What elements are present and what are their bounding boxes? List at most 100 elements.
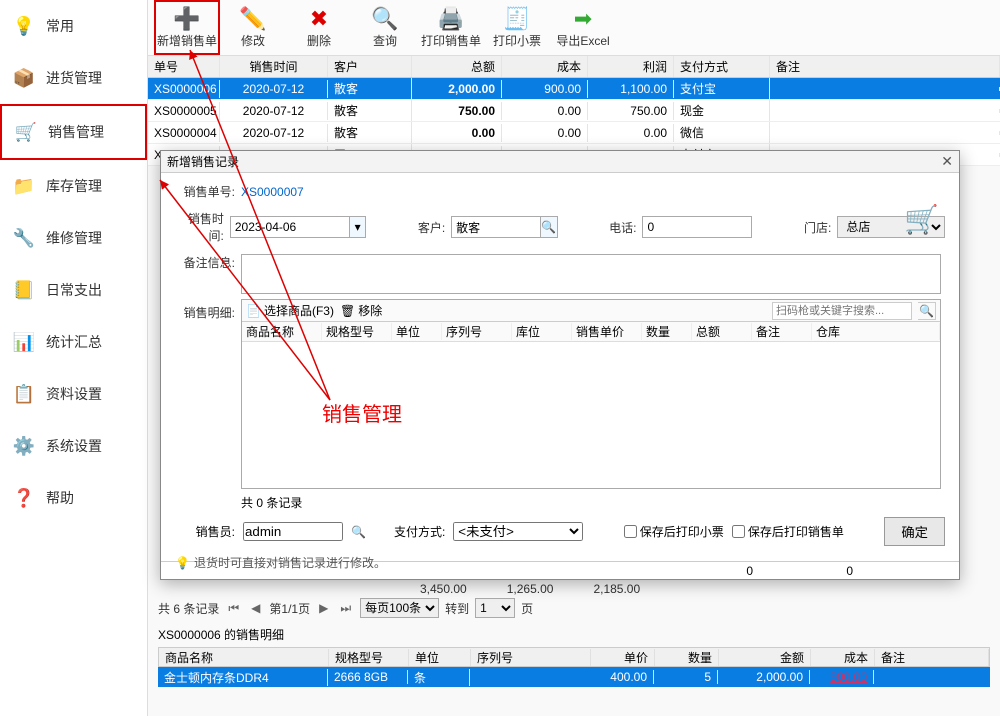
ok-button[interactable]: 确定	[884, 517, 945, 546]
table-row[interactable]: XS00000052020-07-12散客750.000.00750.00现金	[148, 100, 1000, 122]
sidebar-item-expense[interactable]: 📒日常支出	[0, 264, 147, 316]
col-profit[interactable]: 利润	[588, 56, 674, 77]
detail-row[interactable]: 金士顿内存条DDR4 2666 8GB 条 400.00 5 2,000.00 …	[158, 667, 990, 687]
date-input[interactable]	[230, 216, 350, 238]
sidebar-item-sales[interactable]: 🛒销售管理	[0, 104, 147, 160]
dh-unit[interactable]: 单位	[392, 323, 442, 340]
new-sale-button[interactable]: ➕新增销售单	[154, 0, 220, 55]
dh-spec[interactable]: 规格型号	[322, 323, 392, 340]
dh-name[interactable]: 商品名称	[242, 323, 322, 340]
search-icon[interactable]: 🔍	[918, 302, 936, 320]
pencil-icon: ✏️	[239, 6, 266, 32]
sidebar-label: 日常支出	[46, 280, 102, 300]
printer-icon: 🖨️	[437, 6, 464, 32]
perpage-select[interactable]: 每页100条	[360, 598, 439, 618]
dh-rem[interactable]: 备注	[752, 323, 812, 340]
bh-spec[interactable]: 规格型号	[329, 649, 409, 666]
wrench-icon: 🔧	[12, 226, 36, 250]
plus-icon: ➕	[173, 6, 200, 32]
col-rem[interactable]: 备注	[770, 56, 1000, 77]
sale-detail-panel: XS0000006 的销售明细 商品名称 规格型号 单位 序列号 单价 数量 金…	[158, 626, 990, 687]
order-no-label: 销售单号:	[175, 183, 235, 200]
print-order-checkbox[interactable]: 保存后打印销售单	[732, 523, 844, 540]
sidebar-item-data[interactable]: 📋资料设置	[0, 368, 147, 420]
hint-text: 💡退货时可直接对销售记录进行修改。	[175, 554, 945, 571]
tel-input[interactable]	[642, 216, 752, 238]
bh-unit[interactable]: 单位	[409, 649, 471, 666]
dialog-titlebar[interactable]: 新增销售记录 ✕	[161, 151, 959, 173]
last-page-button[interactable]: ⏭	[337, 601, 354, 616]
print-order-button[interactable]: 🖨️打印销售单	[418, 0, 484, 55]
search-icon[interactable]: 🔍	[541, 216, 557, 238]
bh-qty[interactable]: 数量	[655, 649, 719, 666]
bh-cost[interactable]: 成本	[811, 649, 875, 666]
close-icon[interactable]: ✕	[941, 153, 953, 170]
dh-wh[interactable]: 仓库	[812, 323, 940, 340]
goto-select[interactable]: 1	[475, 598, 515, 618]
detail-label: 销售明细:	[175, 304, 235, 321]
search-icon: 🔍	[371, 6, 398, 32]
grid-header: 单号 销售时间 客户 总额 成本 利润 支付方式 备注	[148, 56, 1000, 78]
box-icon: 📦	[12, 66, 36, 90]
bh-name[interactable]: 商品名称	[159, 649, 329, 666]
sidebar-item-common[interactable]: 💡常用	[0, 0, 147, 52]
chart-icon: 📊	[12, 330, 36, 354]
prev-page-button[interactable]: ◀	[248, 601, 263, 615]
sidebar-item-stats[interactable]: 📊统计汇总	[0, 316, 147, 368]
col-id[interactable]: 单号	[148, 56, 220, 77]
select-goods-button[interactable]: 📄选择商品(F3)	[246, 302, 334, 319]
table-row[interactable]: XS00000042020-07-12散客0.000.000.00微信	[148, 122, 1000, 144]
edit-button[interactable]: ✏️修改	[220, 0, 286, 55]
col-cost[interactable]: 成本	[502, 56, 588, 77]
calendar-icon[interactable]: ▾	[350, 216, 366, 238]
scan-input[interactable]	[772, 302, 912, 320]
print-ticket-checkbox[interactable]: 保存后打印小票	[624, 523, 724, 540]
dh-total[interactable]: 总额	[692, 323, 752, 340]
search-icon[interactable]: 🔍	[351, 525, 366, 539]
totals-row: 3,450.001,265.002,185.00	[420, 582, 640, 596]
export-icon: ➡	[574, 6, 592, 32]
sidebar-item-inventory[interactable]: 📁库存管理	[0, 160, 147, 212]
seller-input[interactable]	[243, 522, 343, 541]
remove-button[interactable]: 🗑移除	[340, 302, 382, 319]
bh-serial[interactable]: 序列号	[471, 649, 591, 666]
col-pay[interactable]: 支付方式	[674, 56, 770, 77]
col-date[interactable]: 销售时间	[220, 56, 328, 77]
cust-label: 客户:	[396, 219, 445, 236]
table-row[interactable]: XS00000062020-07-12散客2,000.00900.001,100…	[148, 78, 1000, 100]
date-label: 销售时间:	[175, 210, 224, 244]
print-ticket-button[interactable]: 🧾打印小票	[484, 0, 550, 55]
dh-qty[interactable]: 数量	[642, 323, 692, 340]
bh-rem[interactable]: 备注	[875, 649, 989, 666]
bh-price[interactable]: 单价	[591, 649, 655, 666]
paymethod-select[interactable]: <未支付>	[453, 522, 583, 541]
delete-button[interactable]: ✖删除	[286, 0, 352, 55]
toolbar: ➕新增销售单 ✏️修改 ✖删除 🔍查询 🖨️打印销售单 🧾打印小票 ➡导出Exc…	[148, 0, 1000, 56]
cust-input[interactable]	[451, 216, 541, 238]
sidebar-item-purchase[interactable]: 📦进货管理	[0, 52, 147, 104]
dh-serial[interactable]: 序列号	[442, 323, 512, 340]
export-button[interactable]: ➡导出Excel	[550, 0, 616, 55]
sidebar-item-help[interactable]: ❓帮助	[0, 472, 147, 524]
bh-amt[interactable]: 金额	[719, 649, 811, 666]
dh-price[interactable]: 销售单价	[572, 323, 642, 340]
sidebar: 💡常用 📦进货管理 🛒销售管理 📁库存管理 🔧维修管理 📒日常支出 📊统计汇总 …	[0, 0, 148, 716]
cost-link[interactable]: 900.00	[810, 670, 874, 684]
detail-header: 商品名称 规格型号 单位 序列号 单价 数量 金额 成本 备注	[158, 647, 990, 667]
next-page-button[interactable]: ▶	[316, 601, 331, 615]
delete-icon: ✖	[310, 6, 328, 32]
search-button[interactable]: 🔍查询	[352, 0, 418, 55]
remark-input[interactable]	[241, 254, 941, 294]
first-page-button[interactable]: ⏮	[225, 601, 242, 616]
sidebar-item-system[interactable]: ⚙️系统设置	[0, 420, 147, 472]
dh-loc[interactable]: 库位	[512, 323, 572, 340]
pager: 共 6 条记录 ⏮ ◀ 第1/1页 ▶ ⏭ 每页100条 转到 1 页	[158, 598, 990, 618]
gear-icon: ⚙️	[12, 434, 36, 458]
sidebar-item-repair[interactable]: 🔧维修管理	[0, 212, 147, 264]
new-sale-dialog: 新增销售记录 ✕ 🛒 销售单号: XS0000007 销售时间: ▾ 客户: 🔍…	[160, 150, 960, 580]
sidebar-label: 常用	[46, 16, 74, 36]
help-icon: ❓	[12, 486, 36, 510]
sidebar-label: 销售管理	[48, 122, 104, 142]
col-cust[interactable]: 客户	[328, 56, 412, 77]
col-amt[interactable]: 总额	[412, 56, 502, 77]
